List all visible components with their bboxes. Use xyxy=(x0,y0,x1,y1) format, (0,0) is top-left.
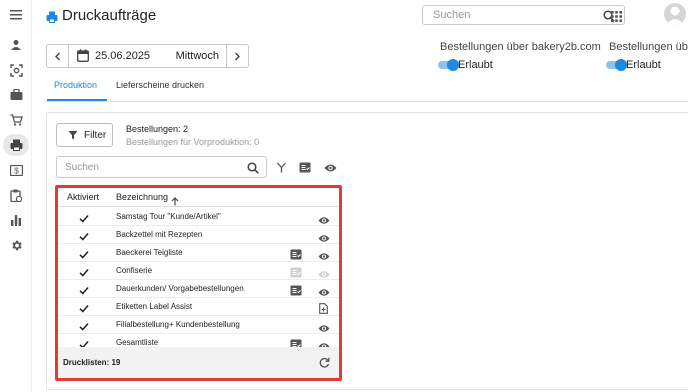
order-source-label: Bestellungen über bakery2b.com xyxy=(440,41,601,53)
report-icon[interactable] xyxy=(299,160,311,178)
order-source-label: Bestellungen über xyxy=(609,41,688,53)
printer-icon xyxy=(46,10,58,28)
eye-icon[interactable] xyxy=(324,160,337,178)
search-icon[interactable] xyxy=(247,161,259,179)
refresh-icon[interactable] xyxy=(319,355,330,373)
print-list-name: Baeckerei Teigliste xyxy=(116,248,183,257)
next-day-button[interactable] xyxy=(226,45,248,67)
table-row[interactable]: Samstag Tour "Kunde/Artikel" xyxy=(58,208,339,226)
table-row[interactable]: Dauerkunden/ Vorgabebestellungen xyxy=(58,280,339,298)
list-search-placeholder: Suchen xyxy=(65,162,99,173)
date-picker[interactable]: 25.06.2025 Mittwoch xyxy=(69,45,226,67)
print-list-name: Filialbestellung+ Kundenbestellung xyxy=(116,320,240,329)
svg-text:$: $ xyxy=(14,166,19,175)
toggle-label: Erlaubt xyxy=(458,59,493,71)
table-row[interactable]: Baeckerei Teigliste xyxy=(58,244,339,262)
table-row[interactable]: Confiserie xyxy=(58,262,339,280)
date-navigator: 25.06.2025 Mittwoch xyxy=(46,44,249,68)
column-header-active[interactable]: Aktiviert xyxy=(67,192,99,202)
calendar-icon xyxy=(77,49,89,67)
search-input[interactable]: Suchen xyxy=(422,5,625,25)
search-placeholder: Suchen xyxy=(433,9,471,21)
filter-label: Filter xyxy=(84,129,107,141)
table-header-divider xyxy=(58,206,339,207)
cash-icon[interactable]: $ xyxy=(8,162,24,178)
scan-icon[interactable] xyxy=(8,62,24,78)
tab-lieferscheine[interactable]: Lieferscheine drucken xyxy=(116,80,204,90)
page-title: Druckaufträge xyxy=(62,7,157,24)
user-icon[interactable] xyxy=(8,37,24,53)
cart-icon[interactable] xyxy=(8,112,24,128)
print-list-name: Dauerkunden/ Vorgabebestellungen xyxy=(116,284,244,293)
toggle-label: Erlaubt xyxy=(626,59,661,71)
order-source-toggle[interactable] xyxy=(606,59,627,71)
avatar[interactable] xyxy=(664,3,686,25)
date-value: 25.06.2025 xyxy=(95,50,151,62)
column-header-name[interactable]: Bezeichnung xyxy=(116,192,168,202)
order-source-toggle[interactable] xyxy=(438,59,459,71)
previous-day-button[interactable] xyxy=(47,45,69,67)
tab-divider xyxy=(46,101,688,102)
table-row[interactable]: Etiketten Label Assist xyxy=(58,298,339,316)
print-list-name: Samstag Tour "Kunde/Artikel" xyxy=(116,212,221,221)
sidebar: $ xyxy=(0,0,32,392)
weekday-label: Mittwoch xyxy=(175,50,219,62)
print-list-name: Confiserie xyxy=(116,266,153,275)
merge-icon[interactable] xyxy=(276,160,287,178)
filter-icon xyxy=(68,131,78,140)
preproduction-count: Bestellungen für Vorproduktion: 0 xyxy=(126,137,260,147)
tab-produktion[interactable]: Produktion xyxy=(54,80,97,90)
filter-button[interactable]: Filter xyxy=(56,123,113,147)
clipboard-icon[interactable] xyxy=(8,187,24,203)
table-row[interactable]: Filialbestellung+ Kundenbestellung xyxy=(58,316,339,334)
list-search-input[interactable]: Suchen xyxy=(56,156,267,178)
chart-icon[interactable] xyxy=(8,212,24,228)
table-row[interactable]: Backzettel mit Rezepten xyxy=(58,226,339,244)
printer-icon[interactable] xyxy=(8,137,24,153)
print-list-count: Drucklisten: 19 xyxy=(63,358,121,367)
print-list-table: Aktiviert Bezeichnung Samstag Tour "Kund… xyxy=(58,189,339,379)
menu-icon[interactable] xyxy=(8,7,24,23)
print-list-name: Gesamtliste xyxy=(116,338,159,347)
orders-count: Bestellungen: 2 xyxy=(126,124,189,134)
gear-icon[interactable] xyxy=(8,237,24,253)
table-footer: Drucklisten: 19 xyxy=(58,347,339,379)
print-list-name: Etiketten Label Assist xyxy=(116,302,193,311)
apps-icon[interactable] xyxy=(611,9,622,27)
briefcase-icon[interactable] xyxy=(8,87,24,103)
print-list-name: Backzettel mit Rezepten xyxy=(116,230,203,239)
